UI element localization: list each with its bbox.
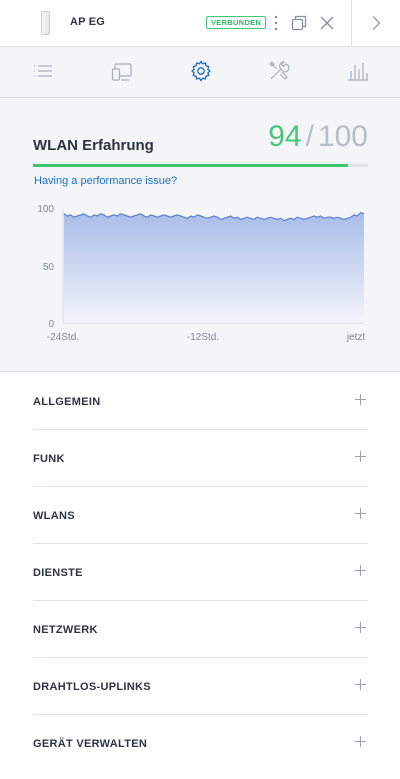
section-dienste[interactable]: DIENSTE	[33, 544, 368, 601]
close-icon[interactable]	[318, 14, 336, 32]
tab-details[interactable]	[31, 59, 55, 83]
section-wlans[interactable]: WLANS	[33, 487, 368, 544]
section-funk[interactable]: FUNK	[33, 430, 368, 487]
tab-devices[interactable]	[110, 59, 134, 83]
expand-plus-icon	[355, 736, 366, 747]
tab-statistics[interactable]	[346, 59, 370, 83]
device-image	[41, 11, 50, 35]
devices-icon	[111, 63, 132, 81]
collapse-panel-button[interactable]	[351, 0, 400, 47]
statistics-icon	[348, 63, 368, 81]
expand-plus-icon	[355, 622, 366, 633]
section-label: DRAHTLOS-UPLINKS	[33, 681, 151, 693]
details-list-icon	[34, 65, 52, 77]
tools-icon	[269, 61, 290, 80]
section-label: ALLGEMEIN	[33, 396, 101, 408]
expand-plus-icon	[355, 451, 366, 462]
wlan-experience-panel: WLAN Erfahrung 94/100 Having a performan…	[0, 98, 400, 372]
more-options-icon[interactable]	[272, 14, 280, 32]
popout-window-icon[interactable]	[290, 14, 308, 32]
expand-plus-icon	[355, 394, 366, 405]
chevron-right-icon	[372, 16, 381, 30]
section-geraet-verwalten[interactable]: GERÄT VERWALTEN	[33, 715, 368, 772]
device-header: AP EG VERBUNDEN	[0, 0, 400, 47]
series-area	[64, 212, 364, 323]
settings-sections: ALLGEMEIN FUNK WLANS DIENSTE NETZWERK DR…	[33, 373, 368, 772]
expand-plus-icon	[355, 679, 366, 690]
wlan-experience-chart: 100 50 0 -24Std. -12Std. jetzt	[37, 204, 366, 343]
section-label: FUNK	[33, 453, 65, 465]
section-label: DIENSTE	[33, 567, 83, 579]
y-tick-label: 100	[37, 204, 54, 215]
tab-tools[interactable]	[267, 59, 291, 83]
device-name: AP EG	[70, 16, 106, 28]
y-tick-label: 0	[48, 319, 54, 330]
x-tick-label: -12Std.	[187, 332, 219, 343]
section-label: NETZWERK	[33, 624, 98, 636]
section-drahtlos-uplinks[interactable]: DRAHTLOS-UPLINKS	[33, 658, 368, 715]
expand-plus-icon	[355, 565, 366, 576]
expand-plus-icon	[355, 508, 366, 519]
gear-icon	[190, 60, 212, 82]
x-tick-label: jetzt	[346, 332, 366, 343]
tab-settings[interactable]	[189, 59, 213, 83]
y-tick-label: 50	[43, 262, 55, 273]
section-netzwerk[interactable]: NETZWERK	[33, 601, 368, 658]
panel-tabs	[0, 47, 400, 98]
status-badge: VERBUNDEN	[206, 16, 267, 29]
section-label: GERÄT VERWALTEN	[33, 738, 148, 750]
section-allgemein[interactable]: ALLGEMEIN	[33, 373, 368, 430]
section-label: WLANS	[33, 510, 75, 522]
x-tick-label: -24Std.	[47, 332, 79, 343]
